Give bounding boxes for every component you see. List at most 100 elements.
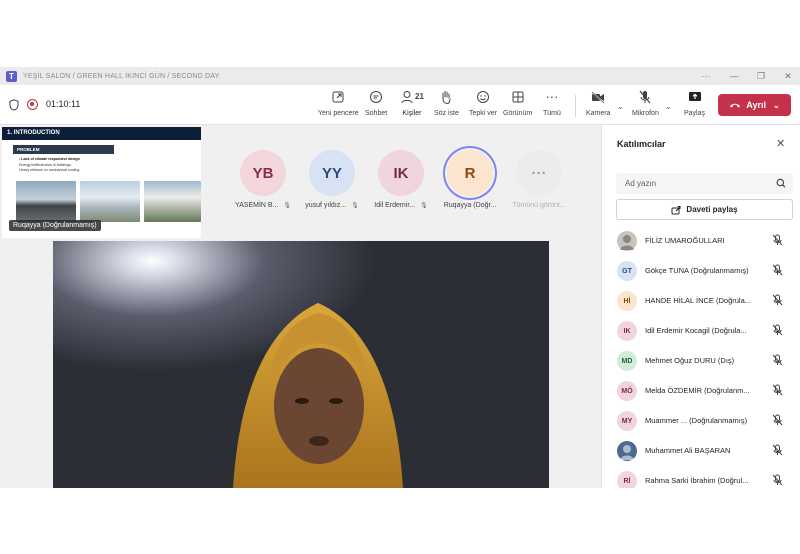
gallery-name-row: Idil Erdemir... 🎙	[367, 202, 435, 209]
microphone-button[interactable]: Mikrofon	[632, 89, 659, 123]
slide-bullet: Heavy reliance on mechanical cooling	[19, 168, 80, 172]
avatar-photo	[617, 441, 637, 461]
avatar: MÖ	[617, 381, 637, 401]
phone-hangup-icon	[730, 103, 741, 108]
slide-bullet: • Lack of climate responsive design	[19, 157, 80, 161]
slide-house-image	[80, 181, 140, 222]
speaker-video[interactable]	[53, 241, 549, 488]
camera-options-chevron-icon[interactable]: ⌄	[617, 102, 624, 111]
gallery-tile[interactable]: IK Idil Erdemir... 🎙	[367, 150, 435, 209]
mic-muted-icon: 🎙	[420, 203, 428, 209]
avatar: MY	[617, 411, 637, 431]
mic-muted-icon	[772, 264, 783, 279]
participant-row[interactable]: IK Idil Erdemir Kocagil (Doğrula...	[602, 315, 800, 345]
share-icon	[671, 205, 681, 214]
window-more-button[interactable]: ···	[694, 67, 718, 85]
participant-row[interactable]: FİLİZ UMAROĞULLARI	[602, 225, 800, 255]
share-invite-button[interactable]: Daveti paylaş	[616, 199, 793, 220]
mic-muted-icon	[772, 474, 783, 488]
participant-row[interactable]: GT Gökçe TUNA (Doğrulanmamış)	[602, 255, 800, 285]
gallery-tile[interactable]: R Ruqayya (Doğr...	[436, 150, 504, 209]
avatar: IK	[378, 150, 424, 196]
participant-name: Idil Erdemir...	[374, 202, 416, 209]
leave-options-chevron-icon[interactable]: ⌄	[773, 101, 780, 110]
more-icon: ···	[545, 89, 559, 104]
people-button[interactable]: 21 Kişiler	[400, 89, 424, 123]
chat-button[interactable]: Sohbet	[365, 89, 387, 123]
avatar: Rİ	[617, 471, 637, 488]
share-screen-icon	[688, 92, 701, 101]
slide-bullet: Energy inefficiencies in buildings	[19, 163, 71, 167]
slide-heading: 1. INTRODUCTION	[2, 127, 201, 140]
new-window-icon	[332, 91, 344, 103]
camera-off-icon	[591, 91, 605, 104]
chat-icon	[370, 91, 383, 103]
leave-button[interactable]: Ayrıl ⌄	[718, 94, 791, 116]
slide-house-image	[144, 181, 201, 222]
participant-name: YASEMİN B...	[234, 202, 279, 209]
participant-name: Mehmet Oğuz DURU (Dış)	[645, 356, 735, 365]
participant-name: Rahma Sarki İbrahim (Doğrul...	[645, 476, 749, 485]
gallery-name-row: YASEMİN B... 🎙	[229, 202, 297, 209]
slide-section-label: PROBLEM	[13, 145, 114, 154]
participants-panel: Katılımcılar ✕ Ad yazın Daveti paylaş Fİ…	[601, 125, 800, 488]
participant-count: 21	[415, 92, 424, 101]
participant-name: HANDE HİLAL İNCE (Doğrula...	[645, 296, 752, 305]
avatar: ···	[516, 150, 562, 196]
mic-muted-icon	[772, 354, 783, 369]
avatar: YY	[309, 150, 355, 196]
maximize-button[interactable]: ❐	[749, 67, 773, 85]
recording-icon	[27, 99, 38, 110]
raise-hand-button[interactable]: Söz iste	[434, 89, 459, 123]
participant-name: Ruqayya (Doğr...	[443, 202, 497, 209]
participant-row[interactable]: Hİ HANDE HİLAL İNCE (Doğrula...	[602, 285, 800, 315]
mic-muted-icon	[772, 324, 783, 339]
mic-muted-icon: 🎙	[283, 203, 292, 209]
mic-off-icon	[639, 90, 651, 104]
mic-muted-icon	[772, 444, 783, 459]
shared-presentation[interactable]: 1. INTRODUCTION PROBLEM • Lack of climat…	[2, 127, 201, 238]
shield-icon[interactable]	[9, 99, 19, 111]
participant-name: Idil Erdemir Kocagil (Doğrula...	[645, 326, 747, 335]
avatar: MD	[617, 351, 637, 371]
participant-row[interactable]: Muhammet Ali BAŞARAN	[602, 435, 800, 465]
participant-search-input[interactable]: Ad yazın	[616, 173, 793, 194]
participant-row[interactable]: MD Mehmet Oğuz DURU (Dış)	[602, 345, 800, 375]
search-icon	[776, 178, 786, 188]
minimize-button[interactable]: —	[722, 67, 746, 85]
participant-name: yusuf yıldız...	[305, 202, 347, 209]
slide-house-image	[16, 181, 76, 222]
participant-row[interactable]: MY Muammer ... (Doğrulanmamış)	[602, 405, 800, 435]
panel-title: Katılımcılar	[617, 139, 666, 149]
react-button[interactable]: Tepki ver	[469, 89, 497, 123]
teams-app-icon: T	[6, 70, 17, 82]
avatar: R	[447, 150, 493, 196]
meeting-timer: 01:10:11	[46, 99, 81, 109]
avatar: YB	[240, 150, 286, 196]
avatar-photo	[617, 231, 637, 251]
mic-muted-icon	[772, 384, 783, 399]
participant-name: Tümünü görünt...	[512, 202, 566, 209]
participant-row[interactable]: Rİ Rahma Sarki İbrahim (Doğrul...	[602, 465, 800, 488]
avatar: GT	[617, 261, 637, 281]
mic-options-chevron-icon[interactable]: ⌄	[665, 102, 672, 111]
participant-row[interactable]: MÖ Melda ÖZDEMİR (Doğrulanm...	[602, 375, 800, 405]
share-button[interactable]: Paylaş	[684, 89, 705, 123]
more-actions-button[interactable]: ··· Tümü	[543, 89, 561, 123]
participant-name: Gökçe TUNA (Doğrulanmamış)	[645, 266, 749, 275]
gallery-tile[interactable]: YY yusuf yıldız... 🎙	[298, 150, 366, 209]
camera-button[interactable]: Kamera	[586, 89, 611, 123]
close-icon[interactable]: ✕	[776, 137, 785, 150]
gallery-tile[interactable]: YB YASEMİN B... 🎙	[229, 150, 297, 209]
view-button[interactable]: Görünüm	[503, 89, 532, 123]
gallery-tile[interactable]: ··· Tümünü görünt...	[505, 150, 573, 209]
avatar: Hİ	[617, 291, 637, 311]
close-window-button[interactable]: ✕	[776, 67, 800, 85]
mic-muted-icon	[772, 234, 783, 249]
mic-muted-icon: 🎙	[351, 203, 359, 209]
gallery-name-row: yusuf yıldız... 🎙	[298, 202, 366, 209]
participant-name: Melda ÖZDEMİR (Doğrulanm...	[645, 386, 750, 395]
react-icon	[477, 91, 489, 103]
new-window-button[interactable]: Yeni pencere	[318, 89, 359, 123]
window-title: YEŞİL SALON / GREEN HALL İKİNCİ GÜN / SE…	[23, 72, 220, 80]
